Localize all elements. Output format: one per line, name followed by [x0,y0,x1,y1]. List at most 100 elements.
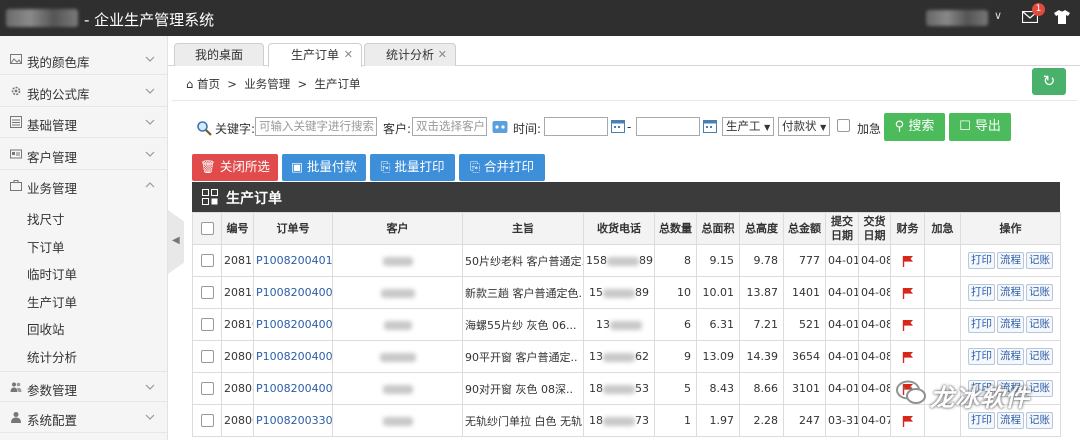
order-number[interactable]: P1008200400 [256,286,332,299]
subject-cell: 90对开窗 灰色 08深.. [462,372,584,405]
tab-label: 统计分析 [385,48,434,62]
row-select-cell[interactable] [192,372,222,405]
grid-icon [202,189,218,205]
tab-statistics[interactable]: 统计分析 ✕ [364,43,456,66]
export-button[interactable]: ☐ 导出 [949,113,1011,141]
end-date-input[interactable] [636,117,700,136]
keyword-input[interactable]: 可输入关键字进行搜索 [255,117,377,136]
table-row[interactable]: 20811P1008200401 50片纱老料 客户普通定..158 8989.15… [192,244,1061,277]
bookkeeping-button[interactable]: 记账 [1026,252,1053,269]
row-checkbox[interactable] [200,414,214,428]
calendar-icon[interactable] [611,119,625,133]
breadcrumb-home[interactable]: 首页 [197,77,220,91]
order-number[interactable]: P1008200400 [256,382,332,395]
sidebar-item-formula-library[interactable]: 我的公式库 [0,76,168,107]
bookkeeping-button[interactable]: 记账 [1026,412,1053,429]
sidebar-subitem-temp-order[interactable]: 临时订单 [27,264,77,283]
refresh-button[interactable]: ↻ [1032,68,1066,95]
batch-pay-button[interactable]: ▣ 批量付款 [282,154,366,181]
bookkeeping-button[interactable]: 记账 [1026,348,1053,365]
row-checkbox[interactable] [200,318,214,332]
customer-cell [332,276,463,309]
search-button[interactable]: ⚲ 搜索 [884,113,945,141]
row-select-cell[interactable] [192,276,222,309]
home-icon: ⌂ [186,77,194,91]
order-number-cell[interactable]: P1008200401 [253,244,333,277]
print-button[interactable]: 打印 [968,348,995,365]
order-number-cell[interactable]: P1008200400 [253,308,333,341]
order-number-cell[interactable]: P1008200400 [253,340,333,373]
row-checkbox[interactable] [200,382,214,396]
order-number[interactable]: P1008200401 [256,254,332,267]
select-all-cell[interactable] [192,212,222,245]
qty-cell: 9 [654,340,697,373]
sidebar-subitem-find-size[interactable]: 找尺寸 [27,209,65,228]
sidebar-item-basic-management[interactable]: 基础管理 [0,107,168,138]
bookkeeping-button[interactable]: 记账 [1026,284,1053,301]
submit-date-cell: 04-01 [825,244,859,277]
batch-print-label: 批量打印 [394,159,445,174]
row-select-cell[interactable] [192,340,222,373]
ops-cell: 打印 流程 记账 [960,276,1061,309]
chevron-down-icon[interactable]: ∨ [994,9,1002,22]
workflow-button[interactable]: 流程 [997,284,1024,301]
order-number-cell[interactable]: P1008200330 [253,404,333,437]
close-icon[interactable]: ✕ [438,44,447,66]
urgent-checkbox[interactable] [837,119,850,132]
bookkeeping-button[interactable]: 记账 [1026,316,1053,333]
sidebar-subitem-production-order[interactable]: 生产订单 [27,292,77,311]
ops-cell: 打印 流程 记账 [960,308,1061,341]
customer-picker-icon[interactable] [492,119,508,135]
table-row[interactable]: 20809P100820040090平开窗 客户普通定..1362913.091… [192,340,1061,373]
breadcrumb-level2: 生产订单 [314,77,361,91]
table-row[interactable]: 20812P1008200400新款三趟 客户普通定色..15891010.01… [192,276,1061,309]
sidebar-item-system-config[interactable]: 系统配置 [0,402,168,433]
calendar-icon[interactable] [703,119,717,133]
sidebar-collapse-handle[interactable]: ◀ [168,210,184,274]
sidebar-item-customer-management[interactable]: 客户管理 [0,139,168,170]
sidebar-item-color-library[interactable]: 我的颜色库 [0,44,168,75]
row-checkbox[interactable] [200,286,214,300]
process-select[interactable]: 生产工 ▼ [722,117,774,136]
sidebar-subitem-place-order[interactable]: 下订单 [27,237,65,256]
order-number[interactable]: P1008200330 [256,414,332,427]
time-label: 时间: [513,122,542,136]
row-checkbox[interactable] [200,350,214,364]
order-number-cell[interactable]: P1008200400 [253,276,333,309]
close-selected-button[interactable]: 🗑 关闭所选 [192,154,278,181]
row-select-cell[interactable] [192,308,222,341]
sidebar-item-business-management[interactable]: 业务管理 [0,170,168,201]
user-name[interactable] [926,10,988,26]
order-number-cell[interactable]: P1008200400 [253,372,333,405]
breadcrumb-level1[interactable]: 业务管理 [244,77,290,91]
print-button[interactable]: 打印 [968,412,995,429]
workflow-button[interactable]: 流程 [997,412,1024,429]
print-button[interactable]: 打印 [968,316,995,333]
row-select-cell[interactable] [192,244,222,277]
print-button[interactable]: 打印 [968,284,995,301]
merge-print-button[interactable]: ⎘ 合并打印 [459,154,545,181]
payment-select[interactable]: 付款状 ▼ [778,117,830,136]
tab-production-order[interactable]: 生产订单 ✕ [268,43,362,67]
sidebar-item-parameter-management[interactable]: 参数管理 [0,371,168,402]
customer-input[interactable]: 双击选择客户 [412,117,487,136]
order-number[interactable]: P1008200400 [256,318,332,331]
order-number[interactable]: P1008200400 [256,350,332,363]
batch-print-button[interactable]: ⎘ 批量打印 [370,154,455,181]
redacted-text [603,288,635,298]
print-button[interactable]: 打印 [968,252,995,269]
theme-shirt-icon[interactable] [1054,10,1070,24]
row-checkbox[interactable] [200,254,214,268]
area-cell: 9.15 [696,244,740,277]
sidebar-subitem-recycle-bin[interactable]: 回收站 [27,319,65,338]
workflow-button[interactable]: 流程 [997,348,1024,365]
row-select-cell[interactable] [192,404,222,437]
tab-my-desktop[interactable]: 我的桌面 [174,43,264,66]
start-date-input[interactable] [544,117,608,136]
close-icon[interactable]: ✕ [344,44,353,66]
select-all-checkbox[interactable] [200,222,214,235]
sidebar-subitem-statistics[interactable]: 统计分析 [27,347,77,366]
workflow-button[interactable]: 流程 [997,316,1024,333]
workflow-button[interactable]: 流程 [997,252,1024,269]
table-row[interactable]: 20810P1008200400 海螺55片纱 灰色 06... 13 66.317.… [192,308,1061,341]
